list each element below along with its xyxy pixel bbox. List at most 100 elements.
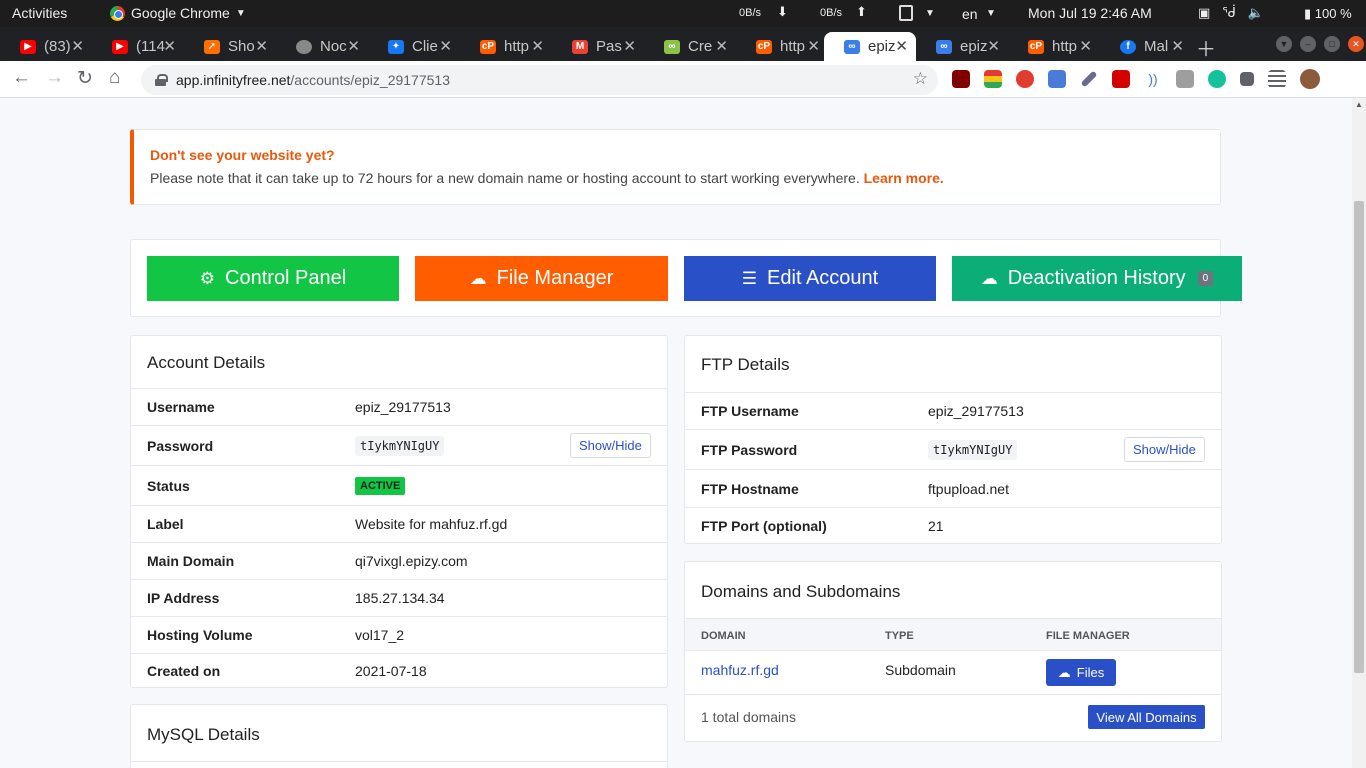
- close-icon[interactable]: ✕: [71, 37, 84, 55]
- divider: [685, 694, 1221, 695]
- edit-account-button[interactable]: ☰ Edit Account: [684, 256, 936, 301]
- forward-icon[interactable]: →: [45, 67, 64, 89]
- chevron-down-icon[interactable]: ▼: [925, 8, 935, 19]
- browser-tab-active[interactable]: ∞ epiz ✕: [824, 32, 916, 61]
- activities-button[interactable]: Activities: [12, 5, 67, 21]
- chevron-down-icon[interactable]: ▼: [986, 8, 996, 19]
- tab-search-icon[interactable]: ▼: [1276, 36, 1292, 52]
- row-value: 2021-07-18: [355, 663, 427, 679]
- show-hide-ftp-password-button[interactable]: Show/Hide: [1124, 437, 1205, 462]
- url-host: app.infinityfree.net: [176, 72, 291, 88]
- browser-tab[interactable]: cP http ✕: [736, 32, 828, 61]
- address-bar[interactable]: app.infinityfree.net/accounts/epiz_29177…: [141, 65, 938, 95]
- keyboard-language[interactable]: en: [962, 6, 978, 22]
- ublock-icon[interactable]: [952, 70, 970, 88]
- row-value: vol17_2: [355, 627, 405, 643]
- cpanel-icon: cP: [1028, 39, 1044, 54]
- control-panel-button[interactable]: ⚙ Control Panel: [147, 256, 399, 301]
- account-details-title: Account Details: [147, 353, 266, 372]
- close-icon[interactable]: ✕: [895, 37, 908, 55]
- new-tab-icon[interactable]: ＋: [1196, 33, 1216, 62]
- tab-strip: ▶ (83) ✕ ▶ (114 ✕ ➚ Sho ✕ Noc ✕ ✦ Clie ✕…: [0, 27, 1366, 61]
- scroll-up-icon[interactable]: ▲: [1355, 100, 1363, 109]
- close-icon[interactable]: ✕: [163, 37, 176, 55]
- battery-indicator[interactable]: ▮ 100 %: [1304, 6, 1352, 22]
- ftp-details-title: FTP Details: [701, 355, 790, 374]
- page-scrollbar[interactable]: ▲: [1352, 98, 1366, 768]
- close-icon[interactable]: ✕: [987, 37, 1000, 55]
- avatar[interactable]: [1300, 69, 1320, 89]
- learn-more-link[interactable]: Learn more.: [864, 170, 944, 186]
- reading-list-icon[interactable]: [1268, 70, 1286, 88]
- file-manager-button[interactable]: ☁ File Manager: [415, 256, 668, 301]
- close-icon[interactable]: ✕: [255, 37, 268, 55]
- grammarly-icon[interactable]: [1208, 70, 1226, 88]
- bookmark-extension-icon[interactable]: [1112, 70, 1130, 88]
- extensions-bar: )): [952, 69, 1320, 89]
- browser-tab[interactable]: ▶ (83) ✕: [0, 32, 92, 61]
- color-extension-icon[interactable]: [984, 70, 1002, 88]
- minimize-icon[interactable]: –: [1300, 36, 1316, 52]
- chrome-icon: [110, 5, 125, 21]
- home-icon[interactable]: ⌂: [109, 67, 120, 89]
- browser-tab[interactable]: ✦ Clie ✕: [368, 32, 460, 61]
- sliders-icon: ☰: [741, 268, 758, 288]
- table-row: Created on 2021-07-18: [131, 653, 667, 688]
- browser-tab[interactable]: ▶ (114 ✕: [92, 32, 184, 61]
- browser-tab[interactable]: ∞ epiz ✕: [916, 32, 1008, 61]
- back-icon[interactable]: ←: [12, 67, 31, 89]
- record-extension-icon[interactable]: [1016, 70, 1034, 88]
- close-icon[interactable]: ✕: [715, 37, 728, 55]
- table-row: FTP Port (optional) 21: [685, 507, 1221, 544]
- table-row: FTP Hostname ftpupload.net: [685, 469, 1221, 507]
- row-label: Hosting Volume: [147, 627, 253, 643]
- close-icon[interactable]: ✕: [439, 37, 452, 55]
- deactivation-history-button[interactable]: ☁ Deactivation History 0: [952, 256, 1242, 301]
- browser-tab[interactable]: ∞ Cre ✕: [644, 32, 736, 61]
- browser-tab[interactable]: Noc ✕: [276, 32, 368, 61]
- close-icon[interactable]: ✕: [1079, 37, 1092, 55]
- camera-icon[interactable]: [1176, 70, 1194, 88]
- read-aloud-icon[interactable]: )): [1144, 70, 1162, 88]
- scrollbar-thumb[interactable]: [1354, 201, 1364, 673]
- browser-tab[interactable]: ➚ Sho ✕: [184, 32, 276, 61]
- browser-tab[interactable]: M Pas ✕: [552, 32, 644, 61]
- translate-icon[interactable]: [1048, 70, 1066, 88]
- reload-icon[interactable]: ↻: [77, 67, 93, 90]
- domain-link[interactable]: mahfuz.rf.gd: [701, 662, 779, 678]
- row-value: 185.27.134.34: [355, 590, 445, 606]
- close-window-icon[interactable]: ✕: [1348, 36, 1364, 52]
- lock-icon[interactable]: [155, 74, 168, 86]
- wand-icon: ✦: [388, 39, 404, 54]
- browser-tab[interactable]: cP http ✕: [460, 32, 552, 61]
- upload-arrow-icon: ⬆: [856, 4, 867, 19]
- show-hide-password-button[interactable]: Show/Hide: [570, 433, 651, 458]
- status-badge: ACTIVE: [355, 476, 406, 495]
- browser-tab[interactable]: cP http ✕: [1008, 32, 1100, 61]
- close-icon[interactable]: ✕: [531, 37, 544, 55]
- close-icon[interactable]: ✕: [623, 37, 636, 55]
- volume-icon: 🔈: [1247, 5, 1265, 20]
- extensions-puzzle-icon[interactable]: [1240, 72, 1254, 86]
- clipboard-icon[interactable]: [899, 5, 913, 21]
- propagation-notice: Don't see your website yet? Please note …: [130, 129, 1221, 205]
- system-status-icons[interactable]: ▣ ᖂ 🔈: [1198, 5, 1264, 21]
- clock[interactable]: Mon Jul 19 2:46 AM: [1028, 5, 1152, 21]
- browser-tab[interactable]: f Mal ✕: [1100, 32, 1192, 61]
- table-row: Label Website for mahfuz.rf.gd: [131, 505, 667, 542]
- close-icon[interactable]: ✕: [347, 37, 360, 55]
- infinity-icon: ∞: [844, 39, 860, 54]
- close-icon[interactable]: ✕: [1171, 37, 1184, 55]
- eyedropper-icon[interactable]: [1080, 70, 1098, 88]
- deactivation-history-label: Deactivation History: [1007, 267, 1186, 289]
- bookmark-star-icon[interactable]: ☆: [913, 69, 928, 89]
- row-label: IP Address: [147, 590, 220, 606]
- table-row: Main Domain qi7vixgl.epizy.com: [131, 542, 667, 579]
- close-icon[interactable]: ✕: [807, 37, 820, 55]
- files-button[interactable]: ☁ Files: [1046, 659, 1116, 686]
- gear-icon: ⚙: [199, 268, 216, 288]
- view-all-domains-button[interactable]: View All Domains: [1088, 705, 1205, 729]
- app-menu[interactable]: Google Chrome ▼: [110, 5, 246, 21]
- maximize-icon[interactable]: □: [1324, 36, 1340, 52]
- notice-text: Please note that it can take up to 72 ho…: [150, 170, 1204, 186]
